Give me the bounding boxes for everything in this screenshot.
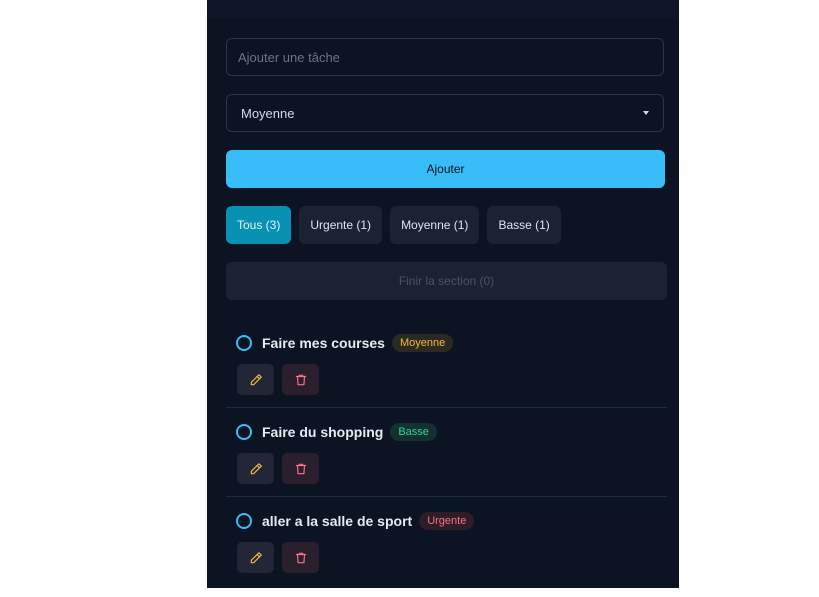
task-item: Faire mes courses Moyenne (226, 320, 667, 408)
priority-badge: Moyenne (391, 334, 454, 352)
trash-icon (295, 552, 306, 563)
priority-select[interactable]: Moyenne (226, 94, 664, 132)
finish-section-button[interactable]: Finir la section (0) (226, 262, 667, 300)
task-input-placeholder: Ajouter une tâche (238, 49, 340, 65)
top-strip (207, 0, 679, 18)
caret-down-icon (643, 111, 649, 115)
task-item: Faire du shopping Basse (226, 409, 667, 497)
filter-moyenne[interactable]: Moyenne (1) (390, 206, 480, 244)
task-checkbox[interactable] (236, 513, 252, 529)
priority-badge: Urgente (419, 512, 475, 530)
delete-button[interactable] (282, 542, 319, 573)
edit-button[interactable] (237, 453, 274, 484)
pencil-icon (250, 462, 262, 474)
priority-badge: Basse (390, 423, 437, 441)
pencil-icon (250, 373, 262, 385)
task-title: Faire mes courses (262, 335, 385, 351)
trash-icon (295, 463, 306, 474)
add-task-button[interactable]: Ajouter (226, 150, 665, 188)
filter-bar: Tous (3) Urgente (1) Moyenne (1) Basse (… (226, 206, 561, 244)
priority-select-value: Moyenne (241, 105, 295, 121)
task-title: aller a la salle de sport (262, 513, 413, 529)
task-input[interactable]: Ajouter une tâche (226, 38, 664, 76)
task-checkbox[interactable] (236, 335, 252, 351)
task-panel: Ajouter une tâche Moyenne Ajouter Tous (… (207, 18, 679, 588)
pencil-icon (250, 551, 262, 563)
task-title: Faire du shopping (262, 424, 384, 440)
delete-button[interactable] (282, 453, 319, 484)
task-item: aller a la salle de sport Urgente (226, 498, 667, 586)
filter-urgente[interactable]: Urgente (1) (299, 206, 383, 244)
todo-app: Ajouter une tâche Moyenne Ajouter Tous (… (207, 0, 679, 588)
filter-basse[interactable]: Basse (1) (487, 206, 561, 244)
edit-button[interactable] (237, 542, 274, 573)
filter-all[interactable]: Tous (3) (226, 206, 292, 244)
task-checkbox[interactable] (236, 424, 252, 440)
delete-button[interactable] (282, 364, 319, 395)
edit-button[interactable] (237, 364, 274, 395)
trash-icon (295, 374, 306, 385)
